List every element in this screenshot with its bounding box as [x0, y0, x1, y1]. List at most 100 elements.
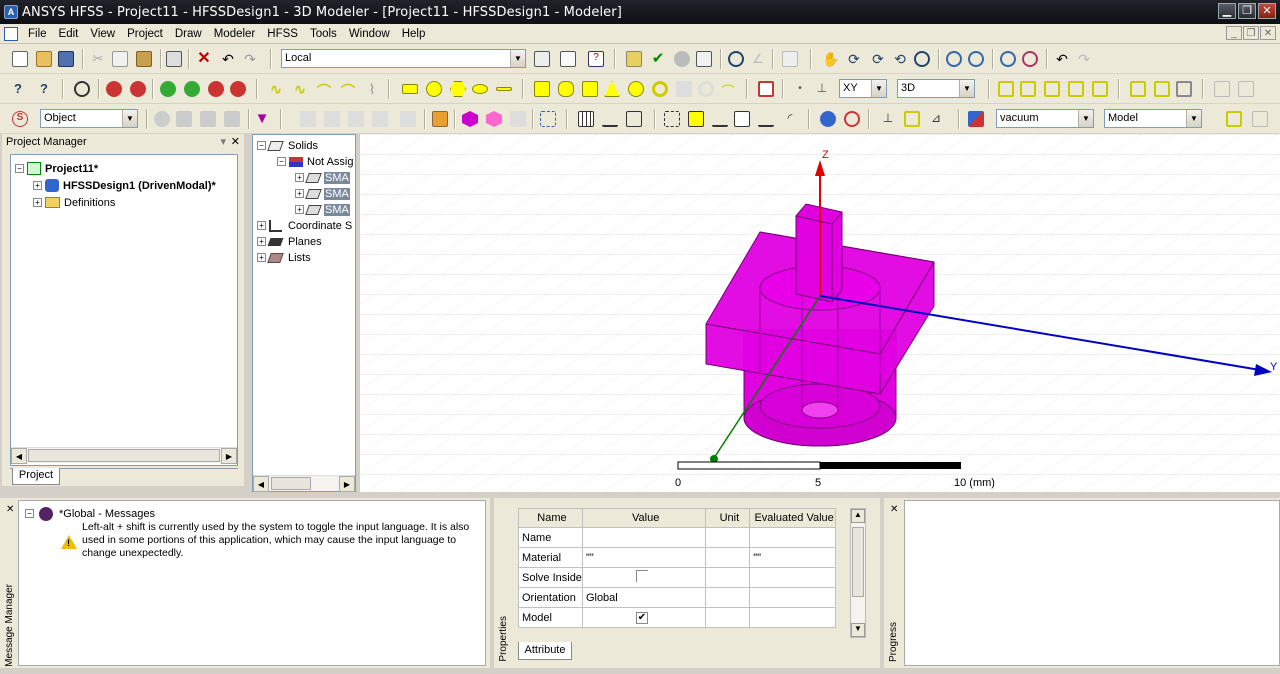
scroll-thumb[interactable]: [271, 477, 311, 490]
select-vertex-icon[interactable]: [224, 111, 240, 127]
view-eye-icon[interactable]: [74, 81, 90, 97]
close-panel-icon[interactable]: ✕: [890, 504, 898, 515]
scroll-right-icon[interactable]: ▶: [339, 476, 355, 492]
menu-edit[interactable]: Edit: [53, 24, 85, 44]
assign-material-icon[interactable]: [462, 111, 478, 127]
scroll-right-icon[interactable]: ▶: [221, 448, 237, 464]
draw-helix-icon[interactable]: [676, 81, 692, 97]
grid-icon[interactable]: [782, 51, 798, 67]
cs-list-icon[interactable]: [534, 51, 550, 67]
close-button[interactable]: ✕: [1258, 3, 1276, 19]
expand-icon[interactable]: +: [295, 205, 304, 214]
vertical-scrollbar[interactable]: ▲ ▼: [850, 508, 866, 638]
print-icon[interactable]: [166, 51, 182, 67]
solve-inside-checkbox[interactable]: [635, 570, 648, 582]
expand-icon[interactable]: +: [33, 198, 42, 207]
material-combo[interactable]: vacuum ▼: [996, 109, 1094, 128]
check-icon[interactable]: ✔: [650, 51, 666, 67]
pan-hand-icon[interactable]: ✋: [822, 51, 839, 67]
menu-draw[interactable]: Draw: [169, 24, 208, 44]
scale-icon[interactable]: [1214, 81, 1230, 97]
paste-icon[interactable]: [136, 51, 152, 67]
snap-arc-center-icon[interactable]: ◜: [782, 111, 798, 127]
tree-design[interactable]: + HFSSDesign1 (DrivenModal)*: [33, 177, 216, 194]
expand-icon[interactable]: +: [33, 181, 42, 190]
draw-equation-icon[interactable]: ⌒: [340, 81, 356, 99]
horizontal-scrollbar[interactable]: ◀ ▶: [253, 475, 355, 492]
draw-sphere-icon[interactable]: [628, 81, 644, 97]
draw-ellipse-icon[interactable]: [472, 84, 488, 94]
draw-rectangle-icon[interactable]: [402, 84, 418, 94]
close-panel-icon[interactable]: ✕: [231, 134, 240, 150]
tree-definitions[interactable]: + Definitions: [33, 194, 115, 211]
help-book-icon[interactable]: ?: [588, 51, 604, 67]
fit-all-icon[interactable]: [1000, 51, 1016, 67]
orient-icon[interactable]: ⟲: [892, 51, 908, 67]
scroll-down-icon[interactable]: ▼: [851, 623, 865, 637]
cut-icon[interactable]: ✂: [90, 51, 106, 67]
measure-icon[interactable]: ∠: [750, 51, 766, 67]
expand-icon[interactable]: +: [295, 189, 304, 198]
prop-value[interactable]: Global: [581, 587, 707, 608]
modeler-canvas[interactable]: Z Y 0 5 10 (mm): [360, 134, 1280, 492]
object-op-icon-1[interactable]: [300, 111, 316, 127]
undo-icon[interactable]: ↶: [220, 51, 236, 67]
snap-cursor-icon[interactable]: [626, 111, 642, 127]
draw-polyline-icon[interactable]: ⌇: [364, 81, 380, 97]
select-by-name-icon[interactable]: [540, 111, 556, 127]
draw-plane-icon[interactable]: ⊥: [814, 81, 830, 97]
cs-global-icon[interactable]: [820, 111, 836, 127]
show-object-icon[interactable]: [130, 81, 146, 97]
tree-planes[interactable]: + Planes: [257, 233, 322, 250]
fit-selection-icon[interactable]: [1022, 51, 1038, 67]
select-object-icon[interactable]: [154, 111, 170, 127]
scroll-left-icon[interactable]: ◀: [253, 476, 269, 492]
redo-view-icon[interactable]: ↷: [1076, 51, 1092, 67]
tree-lists[interactable]: + Lists: [257, 249, 311, 266]
zoom-out-icon[interactable]: [968, 51, 984, 67]
imprint-icon[interactable]: [1068, 81, 1084, 97]
draw-bondwire-icon[interactable]: ⌒: [720, 81, 736, 99]
snap-face-center-icon[interactable]: [734, 111, 750, 127]
collapse-icon[interactable]: −: [257, 141, 266, 150]
model-combo[interactable]: Model ▼: [1104, 109, 1202, 128]
table-row[interactable]: Model ✔: [518, 607, 836, 628]
snap-grid-icon[interactable]: [664, 111, 680, 127]
open-folder-icon[interactable]: [36, 51, 52, 67]
move-icon[interactable]: [1130, 81, 1146, 97]
pin-icon[interactable]: ▾: [220, 134, 226, 150]
delete-icon[interactable]: ✕: [196, 51, 212, 67]
tree-object-3[interactable]: + SMA: [295, 201, 350, 218]
draw-regular-polyhedron-icon[interactable]: [582, 81, 598, 97]
validate-icon[interactable]: [626, 51, 642, 67]
tab-project[interactable]: Project: [12, 468, 60, 485]
collapse-icon[interactable]: −: [15, 164, 24, 173]
zoom-in-icon[interactable]: [946, 51, 962, 67]
draw-cone-icon[interactable]: [604, 81, 620, 97]
rotate-icon[interactable]: ⟳: [846, 51, 862, 67]
shade-icon-1[interactable]: [160, 81, 176, 97]
prop-value[interactable]: "": [581, 547, 707, 568]
object-op-icon-4[interactable]: [372, 111, 388, 127]
shade-icon-3[interactable]: [208, 81, 224, 97]
collapse-icon[interactable]: −: [277, 157, 286, 166]
rotate-local-icon[interactable]: ⟳: [870, 51, 886, 67]
ruler-icon[interactable]: [602, 111, 618, 127]
copy-icon[interactable]: [112, 51, 128, 67]
tab-attribute[interactable]: Attribute: [518, 642, 572, 660]
close-panel-icon[interactable]: ✕: [6, 504, 14, 515]
cs-set-working-icon[interactable]: ⊿: [928, 111, 944, 127]
draw-spiral-icon[interactable]: [698, 81, 714, 97]
minimize-button[interactable]: ▁: [1218, 3, 1236, 19]
object-op-icon-2[interactable]: [324, 111, 340, 127]
tree-not-assigned[interactable]: − Not Assig: [277, 153, 357, 170]
draw-torus-icon[interactable]: [652, 81, 668, 97]
document-icon[interactable]: [4, 26, 18, 41]
object-op-icon-3[interactable]: [348, 111, 364, 127]
restore-button[interactable]: ❐: [1238, 3, 1256, 19]
material-icon[interactable]: [968, 111, 984, 127]
rotate-object-icon[interactable]: [1154, 81, 1170, 97]
tree-object-2[interactable]: + SMA: [295, 185, 350, 202]
scroll-thumb[interactable]: [28, 449, 220, 462]
3d-modeler-viewport[interactable]: Z Y 0 5 10 (mm): [360, 134, 1280, 492]
